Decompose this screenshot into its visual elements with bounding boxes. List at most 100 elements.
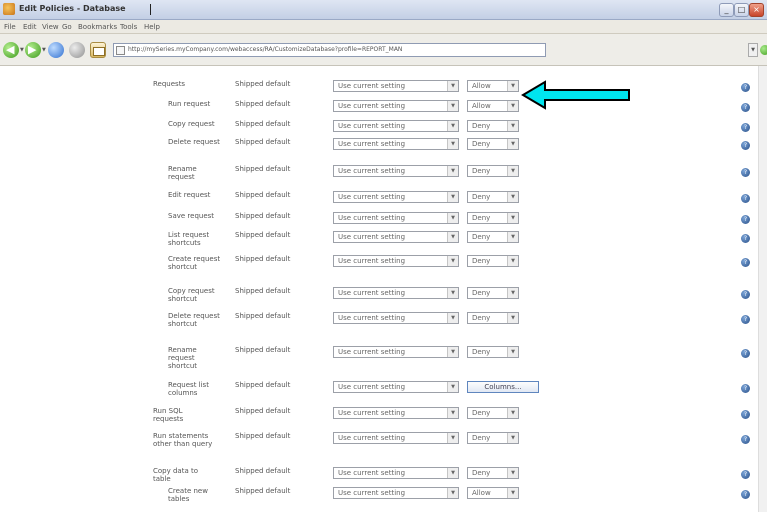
setting-select[interactable]: Use current setting ▼ xyxy=(333,432,459,444)
setting-select[interactable]: Use current setting ▼ xyxy=(333,191,459,203)
help-icon[interactable]: ? xyxy=(741,234,750,243)
setting-value: Use current setting xyxy=(338,409,406,417)
help-icon[interactable]: ? xyxy=(741,258,750,267)
chevron-down-icon: ▼ xyxy=(507,121,518,131)
help-icon[interactable]: ? xyxy=(741,215,750,224)
back-button[interactable]: ◀ xyxy=(3,42,19,58)
permission-select[interactable]: Allow ▼ xyxy=(467,100,519,112)
permission-select[interactable]: Deny ▼ xyxy=(467,432,519,444)
vertical-scrollbar[interactable] xyxy=(758,66,767,512)
callout-arrow-shape xyxy=(521,80,630,110)
home-button[interactable] xyxy=(90,42,106,58)
menu-help[interactable]: Help xyxy=(144,23,160,31)
row-label: Create request shortcut xyxy=(168,255,221,271)
row-value: Shipped default xyxy=(235,381,291,389)
permission-select[interactable]: Deny ▼ xyxy=(467,407,519,419)
setting-select[interactable]: Use current setting ▼ xyxy=(333,212,459,224)
permission-select[interactable]: Deny ▼ xyxy=(467,120,519,132)
permission-select[interactable]: Deny ▼ xyxy=(467,191,519,203)
maximize-button[interactable]: □ xyxy=(734,3,749,17)
setting-value: Use current setting xyxy=(338,383,406,391)
setting-value: Use current setting xyxy=(338,140,406,148)
help-icon[interactable]: ? xyxy=(741,168,750,177)
setting-select[interactable]: Use current setting ▼ xyxy=(333,231,459,243)
permission-select[interactable]: Allow ▼ xyxy=(467,487,519,499)
table-row: Edit request Shipped default Use current… xyxy=(0,191,758,211)
permission-select[interactable]: Deny ▼ xyxy=(467,312,519,324)
menu-go[interactable]: Go xyxy=(62,23,72,31)
help-icon[interactable]: ? xyxy=(741,123,750,132)
setting-select[interactable]: Use current setting ▼ xyxy=(333,287,459,299)
row-label: Run request xyxy=(168,100,211,108)
permission-select[interactable]: Deny ▼ xyxy=(467,346,519,358)
setting-select[interactable]: Use current setting ▼ xyxy=(333,407,459,419)
chevron-down-icon: ▼ xyxy=(447,488,458,498)
setting-select[interactable]: Use current setting ▼ xyxy=(333,381,459,393)
address-bar[interactable]: http://mySeries.myCompany.com/webaccess/… xyxy=(113,43,546,57)
setting-select[interactable]: Use current setting ▼ xyxy=(333,80,459,92)
help-icon[interactable]: ? xyxy=(741,410,750,419)
refresh-button[interactable] xyxy=(48,42,64,58)
setting-select[interactable]: Use current setting ▼ xyxy=(333,467,459,479)
navigation-toolbar: ◀ ▼ ▶ ▼ http://mySeries.myCompany.com/we… xyxy=(0,34,767,66)
permission-value: Deny xyxy=(472,214,491,222)
row-label: Copy data to table xyxy=(153,467,199,483)
menu-tools[interactable]: Tools xyxy=(120,23,137,31)
stop-button[interactable] xyxy=(69,42,85,58)
setting-select[interactable]: Use current setting ▼ xyxy=(333,120,459,132)
chevron-down-icon: ▼ xyxy=(447,347,458,357)
permission-select[interactable]: Deny ▼ xyxy=(467,231,519,243)
permission-value: Deny xyxy=(472,409,491,417)
address-dropdown-button[interactable]: ▼ xyxy=(748,43,758,57)
back-dropdown-icon[interactable]: ▼ xyxy=(20,47,24,53)
setting-select[interactable]: Use current setting ▼ xyxy=(333,165,459,177)
permission-select[interactable]: Deny ▼ xyxy=(467,287,519,299)
chevron-down-icon: ▼ xyxy=(507,166,518,176)
go-button[interactable] xyxy=(760,45,767,55)
menu-bookmarks[interactable]: Bookmarks xyxy=(78,23,117,31)
help-icon[interactable]: ? xyxy=(741,290,750,299)
policy-content: Requests Shipped default Use current set… xyxy=(0,66,767,512)
help-icon[interactable]: ? xyxy=(741,384,750,393)
minimize-button[interactable]: _ xyxy=(719,3,734,17)
permission-select[interactable]: Deny ▼ xyxy=(467,165,519,177)
help-icon[interactable]: ? xyxy=(741,315,750,324)
forward-dropdown-icon[interactable]: ▼ xyxy=(42,47,46,53)
forward-button[interactable]: ▶ xyxy=(25,42,41,58)
columns-button[interactable]: Columns... xyxy=(467,381,539,393)
row-value: Shipped default xyxy=(235,165,291,173)
menu-file[interactable]: File xyxy=(4,23,16,31)
help-icon[interactable]: ? xyxy=(741,83,750,92)
permission-select[interactable]: Deny ▼ xyxy=(467,138,519,150)
setting-value: Use current setting xyxy=(338,434,406,442)
table-row: Create new tables Shipped default Use cu… xyxy=(0,487,758,507)
setting-select[interactable]: Use current setting ▼ xyxy=(333,100,459,112)
setting-select[interactable]: Use current setting ▼ xyxy=(333,312,459,324)
help-icon[interactable]: ? xyxy=(741,470,750,479)
chevron-down-icon: ▼ xyxy=(447,101,458,111)
setting-select[interactable]: Use current setting ▼ xyxy=(333,255,459,267)
permission-select[interactable]: Deny ▼ xyxy=(467,212,519,224)
setting-select[interactable]: Use current setting ▼ xyxy=(333,487,459,499)
help-icon[interactable]: ? xyxy=(741,349,750,358)
table-row: Requests Shipped default Use current set… xyxy=(0,80,758,100)
chevron-down-icon: ▼ xyxy=(507,347,518,357)
help-icon[interactable]: ? xyxy=(741,490,750,499)
menu-edit[interactable]: Edit xyxy=(23,23,37,31)
address-input[interactable]: http://mySeries.myCompany.com/webaccess/… xyxy=(128,46,402,53)
help-icon[interactable]: ? xyxy=(741,103,750,112)
callout-arrow-icon xyxy=(521,80,630,110)
permission-select[interactable]: Deny ▼ xyxy=(467,255,519,267)
permission-select[interactable]: Deny ▼ xyxy=(467,467,519,479)
chevron-down-icon: ▼ xyxy=(507,213,518,223)
permission-select[interactable]: Allow ▼ xyxy=(467,80,519,92)
help-icon[interactable]: ? xyxy=(741,141,750,150)
menu-view[interactable]: View xyxy=(42,23,59,31)
help-icon[interactable]: ? xyxy=(741,194,750,203)
setting-select[interactable]: Use current setting ▼ xyxy=(333,138,459,150)
close-button[interactable]: × xyxy=(749,3,764,17)
row-label: Run statements other than query xyxy=(153,432,213,448)
setting-select[interactable]: Use current setting ▼ xyxy=(333,346,459,358)
row-label: Save request xyxy=(168,212,215,220)
help-icon[interactable]: ? xyxy=(741,435,750,444)
